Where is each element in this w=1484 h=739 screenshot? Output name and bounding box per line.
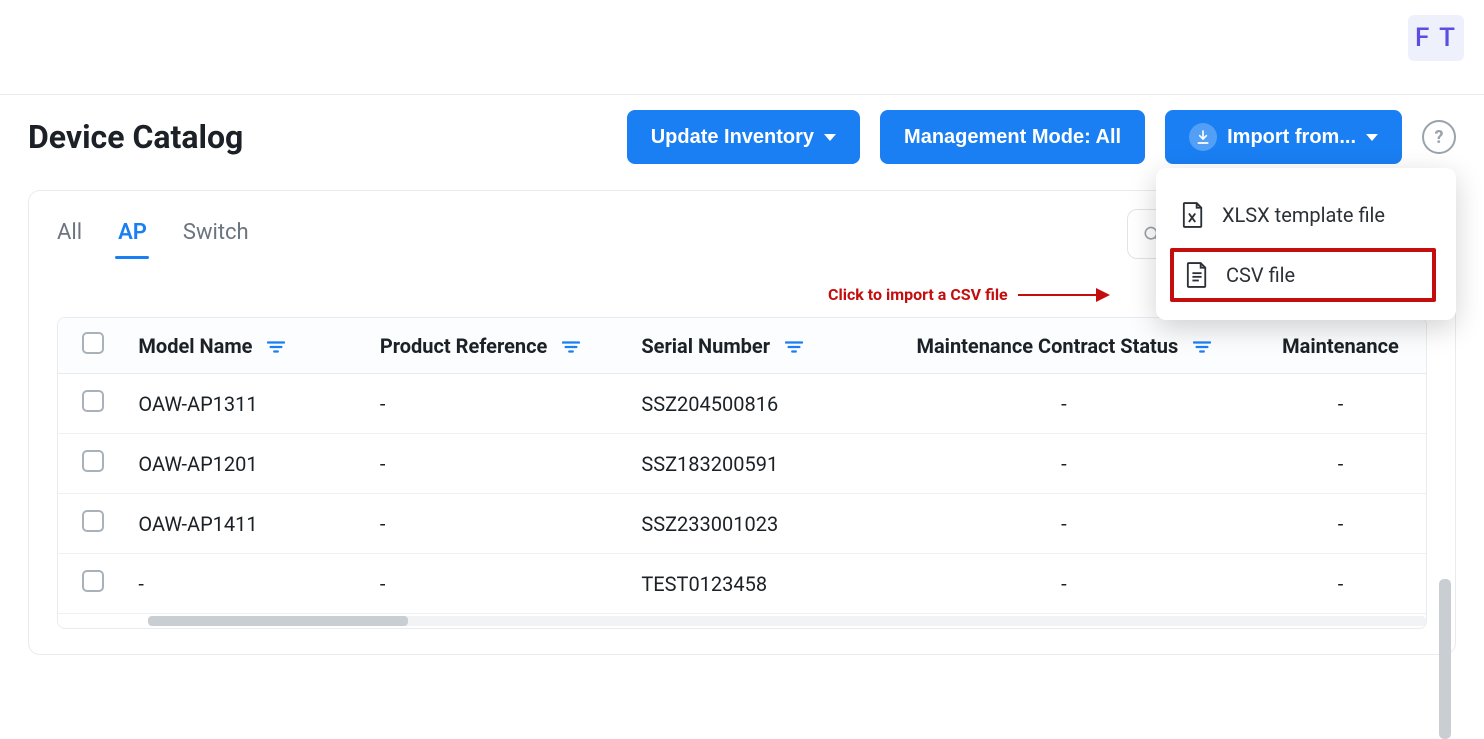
vertical-scrollbar[interactable] — [1439, 579, 1451, 739]
filter-icon[interactable] — [267, 340, 285, 354]
select-all-checkbox[interactable] — [82, 332, 104, 354]
import-xlsx-label: XLSX template file — [1222, 203, 1385, 227]
col-model-label: Model Name — [138, 334, 252, 358]
cell-mcs: - — [873, 434, 1255, 494]
device-table: Model Name Product Reference Serial Numb… — [57, 317, 1427, 629]
tab-all[interactable]: All — [57, 212, 82, 257]
table-row[interactable]: OAW-AP1201-SSZ183200591-- — [58, 434, 1426, 494]
page-title: Device Catalog — [28, 118, 243, 156]
import-csv-item[interactable]: CSV file — [1170, 248, 1436, 302]
divider — [0, 94, 1484, 95]
update-inventory-label: Update Inventory — [651, 126, 814, 149]
row-checkbox[interactable] — [82, 570, 104, 592]
row-checkbox[interactable] — [82, 450, 104, 472]
cell-mcs: - — [873, 494, 1255, 554]
cell-sn: SSZ233001023 — [631, 494, 872, 554]
cell-model: OAW-AP1201 — [128, 434, 369, 494]
cell-ref: - — [370, 554, 632, 614]
filter-icon[interactable] — [1193, 340, 1211, 354]
help-button[interactable]: ? — [1422, 120, 1456, 154]
tabs: All AP Switch — [57, 212, 249, 257]
filter-icon[interactable] — [785, 340, 803, 354]
chevron-down-icon — [1366, 134, 1378, 141]
cell-mcs: - — [873, 374, 1255, 434]
import-from-label: Import from... — [1227, 126, 1356, 149]
chevron-down-icon — [824, 134, 836, 141]
table-row[interactable]: --TEST0123458-- — [58, 554, 1426, 614]
cell-mcs: - — [873, 554, 1255, 614]
cell-mdate: - — [1255, 554, 1426, 614]
col-mcs-label: Maintenance Contract Status — [916, 334, 1178, 358]
update-inventory-button[interactable]: Update Inventory — [627, 110, 860, 164]
import-xlsx-item[interactable]: XLSX template file — [1156, 188, 1456, 242]
filter-icon[interactable] — [562, 340, 580, 354]
cell-sn: SSZ204500816 — [631, 374, 872, 434]
table-header-row: Model Name Product Reference Serial Numb… — [58, 318, 1426, 374]
table-row[interactable]: OAW-AP1311-SSZ204500816-- — [58, 374, 1426, 434]
row-checkbox[interactable] — [82, 390, 104, 412]
tab-ap[interactable]: AP — [118, 212, 147, 257]
cell-ref: - — [370, 494, 632, 554]
cell-ref: - — [370, 434, 632, 494]
import-from-button[interactable]: Import from... — [1165, 110, 1402, 164]
file-csv-icon — [1186, 262, 1208, 288]
cell-model: - — [128, 554, 369, 614]
cell-sn: SSZ183200591 — [631, 434, 872, 494]
col-mdate-label: Maintenance — [1282, 334, 1399, 358]
col-sn-label: Serial Number — [641, 334, 770, 358]
horizontal-scrollbar[interactable] — [58, 614, 1426, 628]
col-ref-label: Product Reference — [380, 334, 548, 358]
tab-switch[interactable]: Switch — [183, 212, 249, 257]
file-xlsx-icon — [1182, 202, 1204, 228]
import-from-menu: XLSX template file CSV file — [1156, 168, 1456, 320]
cell-model: OAW-AP1311 — [128, 374, 369, 434]
download-icon — [1189, 123, 1217, 151]
management-mode-label: Management Mode: All — [904, 126, 1121, 149]
cell-model: OAW-AP1411 — [128, 494, 369, 554]
table-row[interactable]: OAW-AP1411-SSZ233001023-- — [58, 494, 1426, 554]
cell-ref: - — [370, 374, 632, 434]
row-checkbox[interactable] — [82, 510, 104, 532]
avatar[interactable]: F T — [1408, 15, 1464, 61]
cell-sn: TEST0123458 — [631, 554, 872, 614]
cell-mdate: - — [1255, 494, 1426, 554]
cell-mdate: - — [1255, 434, 1426, 494]
cell-mdate: - — [1255, 374, 1426, 434]
management-mode-button[interactable]: Management Mode: All — [880, 110, 1145, 164]
import-csv-label: CSV file — [1226, 263, 1295, 287]
